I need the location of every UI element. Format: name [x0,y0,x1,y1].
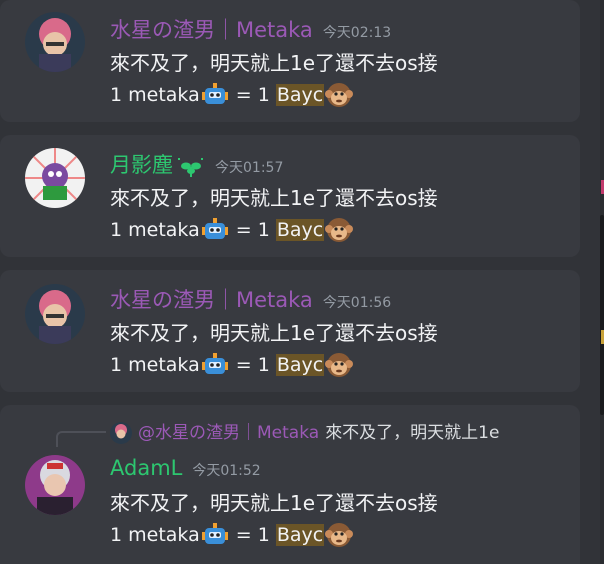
timestamp: 今天02:13 [322,25,392,41]
message-text-line2: 1 metaka = 1 Bayc [110,520,354,550]
robot-emoji[interactable] [200,350,230,380]
robot-emoji[interactable] [200,215,230,245]
metaka-text: 1 metaka [110,524,200,546]
highlight-text: Bayc [275,354,325,376]
author-name[interactable]: 月影塵 [110,153,173,177]
chat-messages: 水星の渣男｜Metaka 今天02:13 來不及了，明天就上1e了還不去os接 1… [0,0,604,564]
timestamp: 今天01:57 [215,160,284,176]
message-text: 來不及了，明天就上1e了還不去os接 [110,321,438,345]
monkey-emoji[interactable] [324,80,354,110]
timestamp: 今天01:52 [192,463,261,479]
avatar[interactable] [25,455,85,515]
highlight-text: Bayc [275,219,325,241]
avatar[interactable] [25,284,85,344]
author-name[interactable]: AdamL [110,456,182,480]
message-item[interactable]: @水星の渣男｜Metaka 來不及了，明天就上1e AdamL 今天01:52 來不… [0,405,580,564]
author-name[interactable]: 水星の渣男｜Metaka [110,18,313,42]
reply-avatar [110,422,132,444]
reply-preview[interactable]: @水星の渣男｜Metaka 來不及了，明天就上1e [110,418,560,444]
plant-badge-icon [177,157,205,179]
message-text: 來不及了，明天就上1e了還不去os接 [110,186,438,210]
scrollbar-thumb[interactable] [600,215,604,415]
equals-text: = 1 [229,354,276,376]
equals-text: = 1 [229,524,276,546]
robot-emoji[interactable] [200,80,230,110]
equals-text: = 1 [229,84,276,106]
metaka-text: 1 metaka [110,354,200,376]
message-text: 來不及了，明天就上1e了還不去os接 [110,51,438,75]
message-item[interactable]: 水星の渣男｜Metaka 今天01:56 來不及了，明天就上1e了還不去os接 1… [0,270,580,392]
author-name[interactable]: 水星の渣男｜Metaka [110,288,313,312]
timestamp: 今天01:56 [322,295,392,311]
highlight-text: Bayc [275,524,325,546]
message-item[interactable]: 水星の渣男｜Metaka 今天02:13 來不及了，明天就上1e了還不去os接 1… [0,0,580,122]
robot-emoji[interactable] [200,520,230,550]
reply-text: 來不及了，明天就上1e [325,423,500,443]
scrollbar[interactable] [600,0,604,564]
message-text-line2: 1 metaka = 1 Bayc [110,215,354,245]
metaka-text: 1 metaka [110,219,200,241]
avatar[interactable] [25,12,85,72]
highlight-text: Bayc [275,84,325,106]
equals-text: = 1 [229,219,276,241]
reply-connector [56,431,106,447]
monkey-emoji[interactable] [324,520,354,550]
reply-author[interactable]: @水星の渣男｜Metaka [138,423,319,443]
avatar[interactable] [25,148,85,208]
metaka-text: 1 metaka [110,84,200,106]
message-text: 來不及了，明天就上1e了還不去os接 [110,491,438,515]
monkey-emoji[interactable] [324,350,354,380]
message-text-line2: 1 metaka = 1 Bayc [110,80,354,110]
message-item[interactable]: 月影塵 今天01:57 來不及了，明天就上1e了還不去os接 1 metaka =… [0,135,580,257]
monkey-emoji[interactable] [324,215,354,245]
message-text-line2: 1 metaka = 1 Bayc [110,350,354,380]
